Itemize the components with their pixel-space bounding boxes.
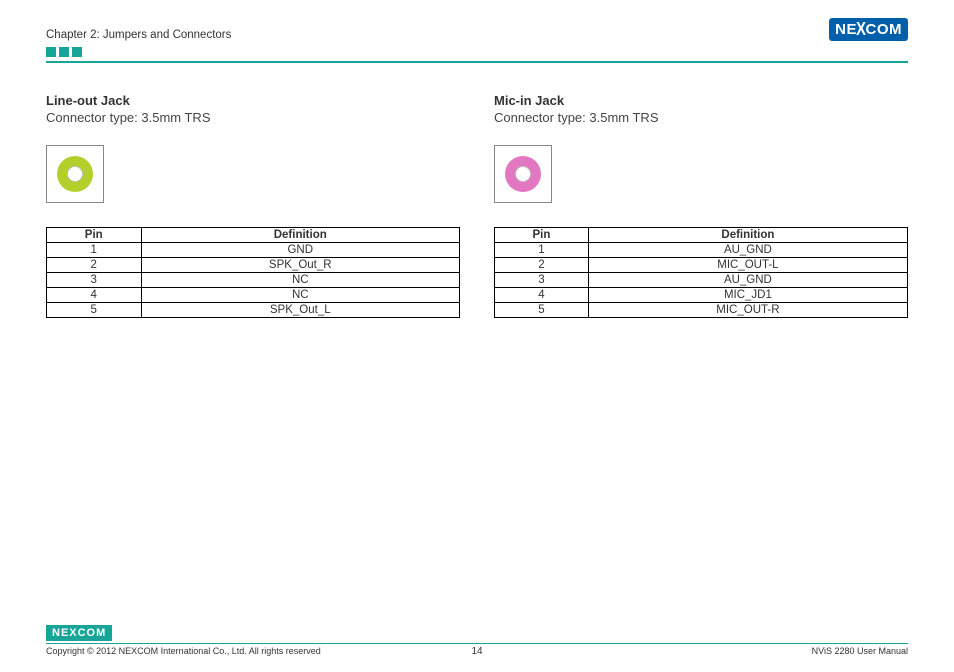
table-row: 2SPK_Out_R [47,258,460,273]
col-pin: Pin [47,228,142,243]
col-def: Definition [141,228,460,243]
doc-title: NViS 2280 User Manual [812,646,908,656]
micin-jack-icon [494,145,552,203]
header-rule [46,61,908,63]
lineout-pin-table: Pin Definition 1GND 2SPK_Out_R 3NC 4NC 5… [46,227,460,318]
micin-title: Mic-in Jack [494,93,908,108]
table-row: 3NC [47,273,460,288]
col-pin: Pin [495,228,589,243]
table-row: 5MIC_OUT-R [495,303,908,318]
decorative-squares [46,47,908,57]
lineout-jack-icon [46,145,104,203]
table-row: 3AU_GND [495,273,908,288]
table-row: 4NC [47,288,460,303]
chapter-title: Chapter 2: Jumpers and Connectors [46,29,231,41]
table-row: 4MIC_JD1 [495,288,908,303]
micin-pin-table: Pin Definition 1AU_GND 2MIC_OUT-L 3AU_GN… [494,227,908,318]
col-def: Definition [588,228,907,243]
lineout-subtitle: Connector type: 3.5mm TRS [46,110,460,125]
brand-logo: NEXCOM [829,18,908,41]
page-number: 14 [471,646,482,657]
table-row: 5SPK_Out_L [47,303,460,318]
micin-subtitle: Connector type: 3.5mm TRS [494,110,908,125]
lineout-title: Line-out Jack [46,93,460,108]
table-row: 2MIC_OUT-L [495,258,908,273]
table-row: 1GND [47,243,460,258]
copyright-text: Copyright © 2012 NEXCOM International Co… [46,646,321,656]
footer-rule [46,643,908,645]
footer-logo: NEXCOM [46,625,112,641]
table-row: 1AU_GND [495,243,908,258]
